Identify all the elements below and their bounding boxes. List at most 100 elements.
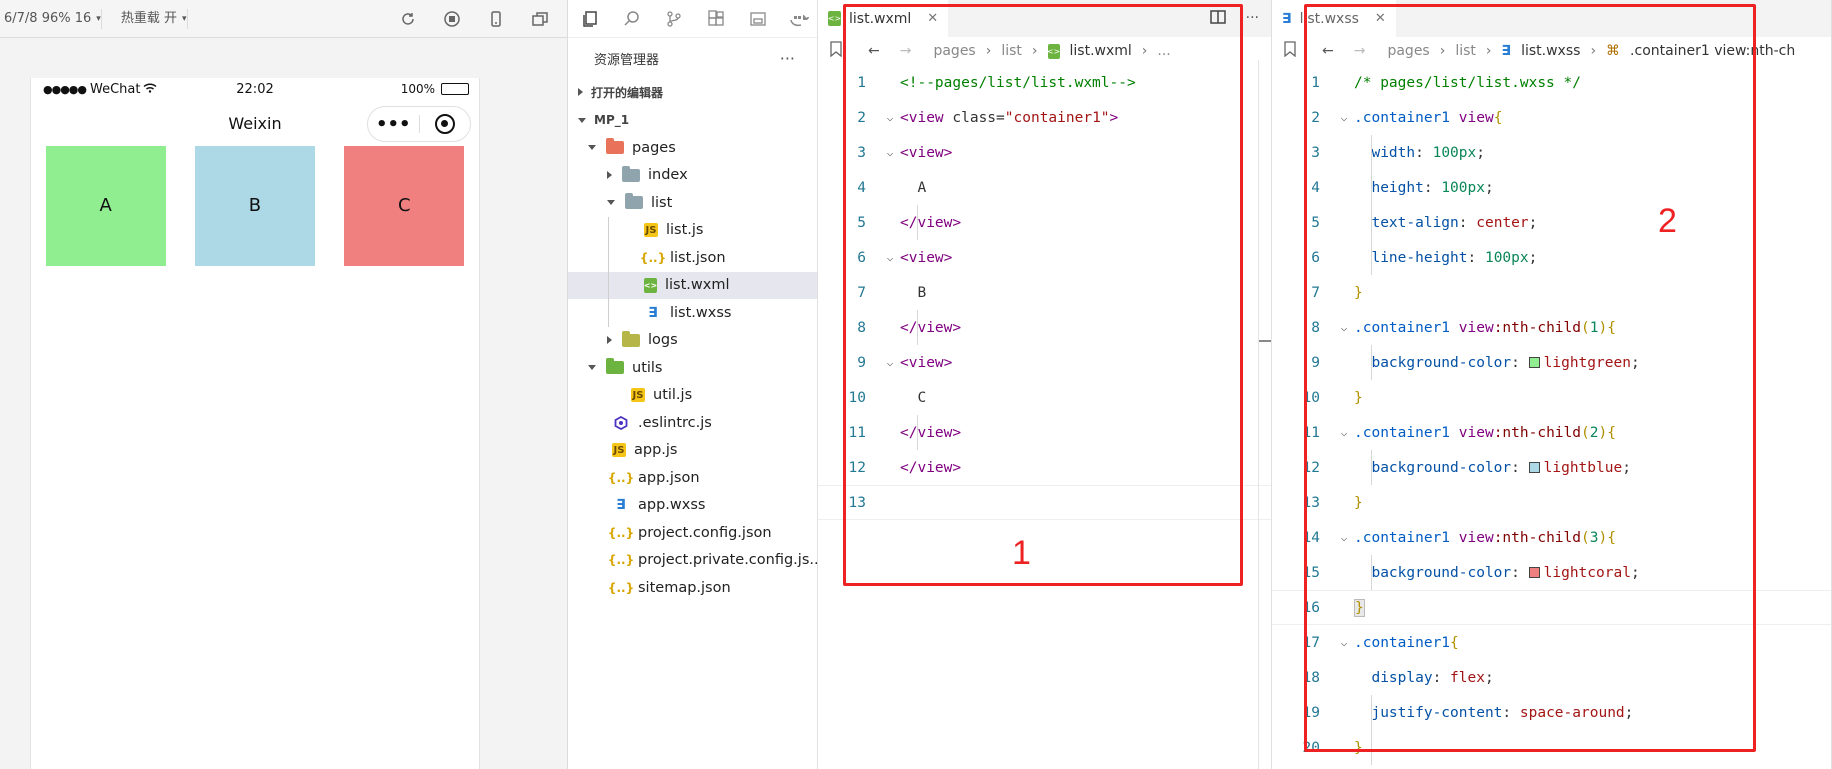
tree-item[interactable]: {..} list.json [568, 244, 817, 272]
search-icon[interactable] [622, 9, 642, 29]
code-line: 3 ⌵ <view> [857, 144, 953, 161]
extensions-icon[interactable] [706, 9, 726, 29]
tree-item[interactable]: {..} project.private.config.js... [568, 547, 823, 575]
breadcrumb-item[interactable]: list [1455, 43, 1476, 59]
breadcrumb-item[interactable]: pages [1387, 43, 1429, 59]
chevron-right-icon: › [1439, 43, 1446, 59]
breadcrumb-item[interactable]: list.wxss [1521, 43, 1580, 59]
source-control-icon[interactable] [664, 9, 684, 29]
chevron-down-icon[interactable]: ▾ [182, 14, 187, 24]
bookmark-icon[interactable] [1284, 41, 1296, 61]
tree-item[interactable]: JS util.js [568, 382, 817, 410]
device-select[interactable]: 6/7/8 96% 16 [0, 8, 103, 29]
annotation-number-1: 1 [1012, 534, 1031, 572]
tree-item[interactable]: ∃ app.wxss [568, 492, 817, 520]
code-area[interactable]: 1 <!--pages/list/list.wxml--> 2 ⌵ <view cla… [818, 65, 1271, 520]
tree-item[interactable]: {..} app.json [568, 464, 817, 492]
code-line: 17 ⌵ .container1{ [1302, 634, 1459, 651]
tree-item[interactable]: index [568, 162, 817, 190]
back-arrow-icon[interactable]: ← [868, 43, 880, 59]
tree-item-label: list.js [666, 222, 704, 239]
project-section[interactable]: MP_1 [568, 106, 817, 134]
editor-wxss: ∃ list.wxss ✕ ← → pages › list › ∃ list.… [1272, 0, 1832, 769]
stop-icon[interactable] [443, 10, 461, 28]
window-icon[interactable] [531, 10, 549, 28]
color-swatch[interactable] [1528, 462, 1540, 473]
chevron-down-icon[interactable]: ▾ [96, 14, 101, 24]
color-swatch[interactable] [1528, 567, 1540, 578]
file-tree: pages index list JS list.js {..} list.json <> li… [568, 134, 823, 602]
hot-reload-toggle[interactable]: 热重载 开 [109, 8, 188, 29]
activity-bar [568, 0, 817, 38]
battery-percent: 100% [400, 82, 435, 96]
js-file-icon: JS [631, 388, 645, 403]
js-file-icon: JS [612, 443, 626, 458]
breadcrumb-item[interactable]: ... [1157, 43, 1170, 59]
tree-item-label: pages [632, 139, 676, 156]
tree-item[interactable]: JS app.js [568, 437, 817, 465]
tree-item[interactable]: {..} project.config.json [568, 519, 817, 547]
explorer-title-label: 资源管理器 [594, 52, 660, 68]
split-editor-icon[interactable] [1209, 9, 1226, 28]
tree-item-label: sitemap.json [638, 579, 731, 596]
code-line: 8 ⌵ .container1 view:nth-child(1){ [1311, 319, 1616, 336]
carrier-label: WeChat [90, 81, 141, 97]
tree-item[interactable]: <> list.wxml [568, 271, 817, 299]
tab-list-wxml[interactable]: <> list.wxml ✕ [818, 0, 949, 37]
simulator-toolbar: 6/7/8 96% 16 ▾ 热重载 开 ▾ [0, 0, 567, 38]
code-line: 14 ⌵ .container1 view:nth-child(3){ [1302, 529, 1616, 546]
breadcrumb-item[interactable]: list [1001, 43, 1022, 59]
tab-list-wxss[interactable]: ∃ list.wxss ✕ [1272, 0, 1396, 37]
battery-icon [441, 83, 469, 95]
code-line: 2 ⌵ <view class = "container1" > [857, 109, 1119, 126]
close-icon[interactable]: ✕ [927, 11, 938, 26]
tree-item[interactable]: JS list.js [568, 217, 817, 245]
tree-item[interactable]: utils [568, 354, 817, 382]
eslint-file-icon [612, 415, 630, 431]
editor-tab-bar: ∃ list.wxss ✕ [1272, 0, 1831, 37]
tree-item[interactable]: logs [568, 327, 817, 355]
breadcrumb-item[interactable]: .container1 view:nth-ch [1630, 43, 1795, 59]
refresh-icon[interactable] [399, 10, 417, 28]
docker-icon[interactable] [790, 9, 810, 29]
tree-item-label: utils [632, 359, 663, 376]
chevron-right-icon: › [985, 43, 992, 59]
folder-icon [622, 330, 640, 348]
phone-icon[interactable] [487, 10, 505, 28]
code-line: 5 </view> [857, 214, 962, 231]
tree-item[interactable]: pages [568, 134, 817, 162]
tree-item[interactable]: {..} sitemap.json [568, 574, 817, 602]
symbol-icon: ⌘ [1606, 43, 1621, 59]
code-area[interactable]: 1/* pages/list/list.wxss */ 2 ⌵ .container… [1272, 65, 1831, 765]
chevron-right-icon [607, 171, 612, 180]
wifi-icon [143, 82, 157, 97]
tree-item[interactable]: list [568, 189, 817, 217]
more-actions-icon[interactable]: ··· [780, 49, 817, 68]
color-swatch[interactable] [1528, 357, 1540, 368]
capsule-menu: ••• [367, 106, 471, 142]
back-arrow-icon[interactable]: ← [1322, 43, 1334, 59]
breadcrumb-item[interactable]: list.wxml [1070, 43, 1132, 59]
folder-icon [606, 138, 624, 156]
code-line: 6 ⌵ <view> [857, 249, 953, 266]
scroll-marker [1258, 340, 1271, 342]
bookmark-icon[interactable] [830, 41, 842, 61]
more-icon[interactable]: ··· [1246, 10, 1259, 28]
files-icon[interactable] [580, 9, 600, 29]
folder-icon [625, 193, 643, 211]
close-icon[interactable]: ✕ [1375, 11, 1386, 26]
more-icon[interactable]: ••• [368, 107, 419, 141]
breadcrumb-item[interactable]: pages [933, 43, 975, 59]
forward-arrow-icon[interactable]: → [900, 43, 912, 59]
open-editors-section[interactable]: 打开的编辑器 [568, 78, 817, 106]
code-line: 12 </view> [848, 459, 962, 476]
nav-bar: Weixin ••• [31, 100, 479, 146]
tree-item[interactable]: ∃ list.wxss [568, 299, 817, 327]
close-mini-program-button[interactable] [420, 107, 471, 141]
simulator-panel: 6/7/8 96% 16 ▾ 热重载 开 ▾ ●●●●● WeChat 22:0… [0, 0, 568, 769]
forward-arrow-icon[interactable]: → [1354, 43, 1366, 59]
tree-item-label: list [651, 194, 673, 211]
code-line: 4 height: 100px; [1311, 179, 1494, 196]
tree-item[interactable]: .eslintrc.js [568, 409, 817, 437]
storage-icon[interactable] [748, 9, 768, 29]
